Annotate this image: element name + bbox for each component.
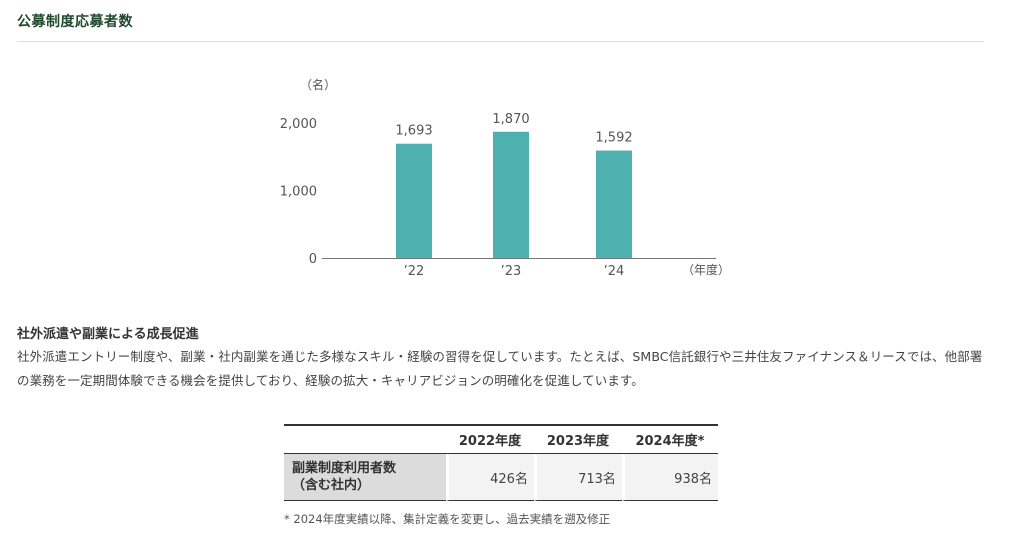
row-label-line2: （含む社内）	[292, 478, 371, 493]
y-axis-ticks: 0 1,000 2,000	[280, 117, 317, 267]
table-header-row: 2022年度 2023年度 2024年度*	[284, 424, 718, 454]
table-cell-2024: 938名	[621, 454, 718, 501]
bar-value-label: 1,693	[395, 124, 432, 139]
row-label-line1: 副業制度利用者数	[292, 461, 397, 476]
applicants-bar-chart: （名） 01,0002,000 1,6931,8701,592 ’22’23’2…	[280, 77, 730, 279]
y-unit-label: （名）	[300, 77, 336, 92]
table-header-2022: 2022年度	[446, 424, 534, 454]
bar-value-label: 1,870	[492, 112, 529, 127]
x-tick-label: ’24	[604, 264, 625, 279]
bar-value-label: 1,592	[595, 131, 632, 146]
table-row: 副業制度利用者数 （含む社内） 426名 713名 938名	[284, 454, 718, 501]
y-tick-label: 2,000	[280, 117, 317, 132]
y-tick-label: 1,000	[280, 185, 317, 200]
subsection-body: 社外派遣エントリー制度や、副業・社内副業を通じた多様なスキル・経験の習得を促して…	[17, 349, 983, 388]
bar-2	[596, 150, 632, 258]
x-unit-label: （年度）	[682, 262, 730, 277]
table-header-2024: 2024年度*	[621, 424, 718, 454]
table-header-2023: 2023年度	[533, 424, 622, 454]
bars	[396, 131, 632, 258]
table-footnote: * 2024年度実績以降、集計定義を変更し、過去実績を遡及修正	[284, 512, 611, 526]
y-tick-label: 0	[309, 252, 317, 267]
table-row-label: 副業制度利用者数 （含む社内）	[284, 454, 446, 501]
x-tick-label: ’22	[404, 264, 425, 279]
table-cell-2023: 713名	[533, 454, 622, 501]
table-corner-cell	[284, 424, 446, 454]
table-cell-2022: 426名	[446, 454, 534, 501]
x-tick-label: ’23	[501, 264, 522, 279]
bar-0	[396, 143, 432, 258]
side-job-usage-table: 2022年度 2023年度 2024年度* 副業制度利用者数 （含む社内） 42…	[284, 424, 718, 501]
subsection-heading: 社外派遣や副業による成長促進	[17, 327, 199, 342]
x-axis-labels: ’22 ’23 ’24	[404, 264, 625, 279]
bar-1	[493, 131, 529, 258]
